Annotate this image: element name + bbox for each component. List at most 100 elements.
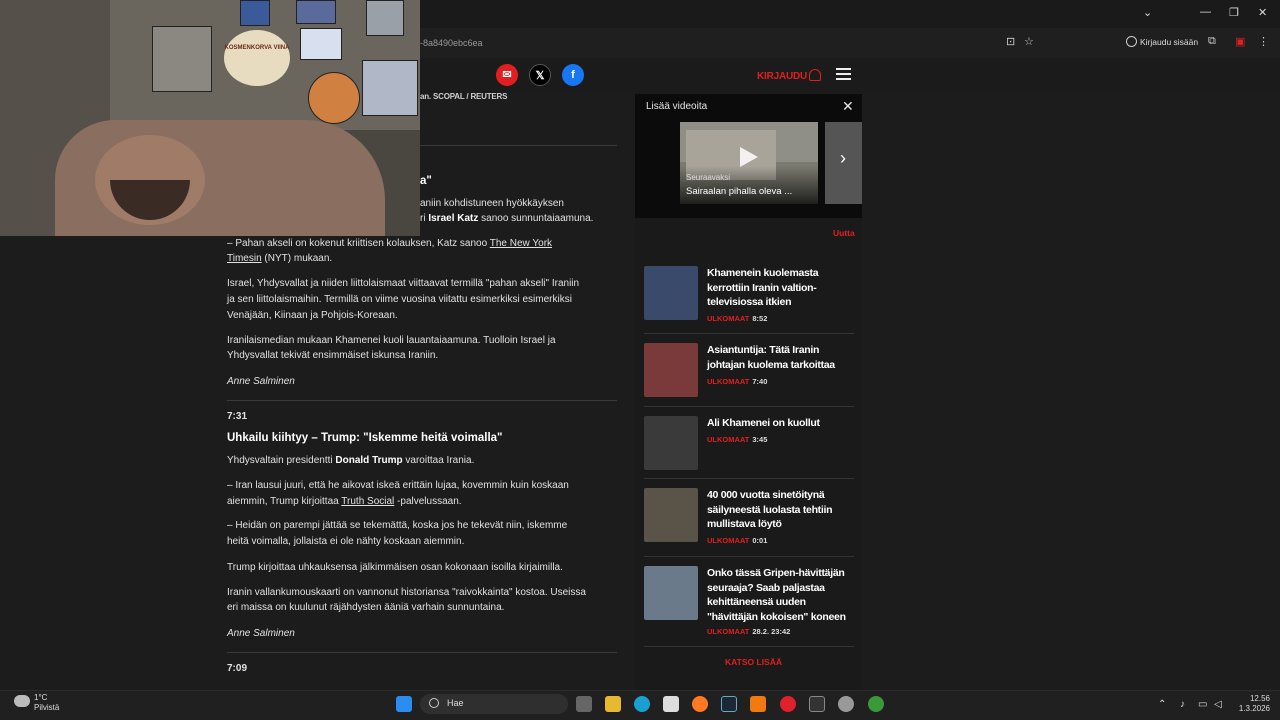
network-icon[interactable]: ▭ xyxy=(1198,699,1207,710)
news-title[interactable]: Onko tässä Gripen-hävittäjän seuraaja? S… xyxy=(707,566,855,624)
divider xyxy=(227,400,617,401)
news-meta: ULKOMAAT 28.2. 23:42 xyxy=(707,627,791,636)
entry-headline: Uhkailu kiihtyy – Trump: "Iskemme heitä … xyxy=(227,432,503,444)
windows-start-icon[interactable] xyxy=(396,696,412,712)
quote-line-1: – Pahan akseli on kokenut kriittisen kol… xyxy=(227,238,553,249)
news-meta: ULKOMAAT 7:40 xyxy=(707,377,768,386)
paragraph-8-line-2: eri maissa on kuulunut räjähdysten ääniä… xyxy=(227,602,505,613)
paragraph-7: Trump kirjoittaa uhkauksensa jälkimmäise… xyxy=(227,562,563,573)
chevron-right-icon[interactable]: › xyxy=(840,148,846,169)
entry-time: 7:09 xyxy=(227,663,248,674)
email-icon: ✉ xyxy=(502,69,512,81)
paragraph-5-line-1: – Iran lausui juuri, että he aikovat isk… xyxy=(227,480,569,491)
profile-login-button[interactable]: Kirjaudu sisään xyxy=(1126,36,1198,47)
divider xyxy=(644,556,854,557)
microphone-icon[interactable]: ♪ xyxy=(1180,699,1185,710)
store-icon[interactable] xyxy=(663,696,679,712)
nyt-link[interactable]: The New York xyxy=(490,238,552,249)
search-placeholder: Hae xyxy=(447,698,464,708)
divider xyxy=(644,406,854,407)
favorite-star-icon[interactable]: ☆ xyxy=(1024,35,1038,49)
news-thumbnail xyxy=(644,416,698,470)
news-meta: ULKOMAAT 8:52 xyxy=(707,314,768,323)
install-app-icon[interactable]: ⊡ xyxy=(1006,35,1020,49)
paragraph-8-line-1: Iranin vallankumouskaarti on vannonut hi… xyxy=(227,587,586,598)
temperature: 1°C xyxy=(34,693,48,702)
x-icon: 𝕏 xyxy=(535,70,545,82)
file-explorer-icon[interactable] xyxy=(605,696,621,712)
close-icon[interactable]: ✕ xyxy=(842,98,854,115)
news-title[interactable]: 40 000 vuotta sinetöitynä säilyneestä lu… xyxy=(707,488,855,532)
volume-icon[interactable]: ◁ xyxy=(1214,699,1222,710)
profile-icon xyxy=(1126,36,1137,47)
quote-line-2: Timesin (NYT) mukaan. xyxy=(227,253,333,264)
news-meta: ULKOMAAT 3:45 xyxy=(707,435,768,444)
webcam-overlay: KOSMENKORVA VIINA xyxy=(0,0,420,236)
news-title[interactable]: Asiantuntija: Tätä Iranin johtajan kuole… xyxy=(707,343,855,372)
edge-icon[interactable] xyxy=(634,696,650,712)
entry-heading-fragment: a" xyxy=(420,175,432,187)
close-window-button[interactable]: ✕ xyxy=(1258,6,1267,19)
clock-time: 12.56 xyxy=(1249,694,1270,703)
poster xyxy=(240,0,270,26)
divider xyxy=(420,145,617,146)
paragraph-2-line-3: Venäjään, Kiinaan ja Pohjois-Koreaan. xyxy=(227,310,398,321)
paragraph-6-line-1: – Heidän on parempi jättää se tekemättä,… xyxy=(227,520,568,531)
poster xyxy=(366,0,404,36)
extension-badge-icon[interactable]: ▣ xyxy=(1235,35,1249,49)
truth-social-link[interactable]: Truth Social xyxy=(341,496,394,507)
paragraph-6-line-2: heitä voimalla, jollaista ei ole nähty k… xyxy=(227,536,465,547)
clock-date: 1.3.2026 xyxy=(1238,704,1270,713)
see-more-link[interactable]: KATSO LISÄÄ xyxy=(725,657,782,667)
poster xyxy=(362,60,418,116)
hamburger-menu-icon[interactable] xyxy=(836,68,851,80)
play-icon[interactable] xyxy=(740,147,758,167)
share-email-button[interactable]: ✉ xyxy=(496,64,518,86)
author: Anne Salminen xyxy=(227,376,295,387)
finnish-flag xyxy=(300,28,342,60)
share-facebook-button[interactable]: f xyxy=(562,64,584,86)
divider xyxy=(644,646,854,647)
browser-menu-icon[interactable]: ⋮ xyxy=(1258,35,1272,49)
news-title[interactable]: Ali Khamenei on kuollut xyxy=(707,416,855,431)
poster xyxy=(296,0,336,24)
firefox-icon[interactable] xyxy=(692,696,708,712)
news-title[interactable]: Khamenein kuolemasta kerrottiin Iranin v… xyxy=(707,266,855,310)
news-meta: ULKOMAAT 0:01 xyxy=(707,536,768,545)
share-x-button[interactable]: 𝕏 xyxy=(529,64,551,86)
tab-latest[interactable]: Uutta xyxy=(833,228,855,238)
nyt-link-2[interactable]: Timesin xyxy=(227,253,262,264)
site-login-label: KIRJAUDU xyxy=(757,71,808,82)
user-icon xyxy=(809,69,822,81)
next-video-title[interactable]: Sairaalan pihalla oleva ... xyxy=(686,186,792,197)
news-thumbnail xyxy=(644,343,698,397)
taskbar-search[interactable]: Hae xyxy=(420,694,568,714)
divider xyxy=(644,478,854,479)
chevron-up-icon[interactable]: ⌃ xyxy=(1158,699,1166,710)
news-thumbnail xyxy=(644,266,698,320)
decorative-plate xyxy=(308,72,360,124)
app-icon[interactable] xyxy=(838,696,854,712)
site-login-link[interactable]: KIRJAUDU xyxy=(757,69,822,82)
task-view-icon[interactable] xyxy=(576,696,592,712)
extensions-icon[interactable]: ⧉ xyxy=(1208,35,1222,49)
vlc-icon[interactable] xyxy=(750,696,766,712)
facebook-icon: f xyxy=(571,69,575,81)
weather-text: Pilvistä xyxy=(34,703,60,712)
url-text[interactable]: -8a8490ebc6ea xyxy=(420,38,483,48)
divider xyxy=(227,652,617,653)
patch: KOSMENKORVA VIINA xyxy=(224,30,290,86)
minimize-button[interactable]: — xyxy=(1200,6,1211,18)
cloud-icon xyxy=(14,695,30,707)
paragraph-1-line-1: aniin kohdistuneen hyökkäyksen xyxy=(420,198,564,209)
maximize-button[interactable]: ❐ xyxy=(1229,6,1239,19)
clock[interactable]: 12.56 1.3.2026 xyxy=(1236,694,1270,714)
opera-icon[interactable] xyxy=(780,696,796,712)
paragraph-5-line-2: aiemmin, Trump kirjoittaa Truth Social -… xyxy=(227,496,462,507)
steam-icon[interactable] xyxy=(721,696,737,712)
paragraph-1-line-2: ri Israel Katz sanoo sunnuntaiaamuna. xyxy=(420,213,594,224)
utorrent-icon[interactable] xyxy=(868,696,884,712)
paragraph-3-line-1: Iranilaismedian mukaan Khamenei kuoli la… xyxy=(227,335,556,346)
terminal-icon[interactable] xyxy=(809,696,825,712)
tab-list-icon[interactable]: ⌄ xyxy=(1143,6,1152,19)
